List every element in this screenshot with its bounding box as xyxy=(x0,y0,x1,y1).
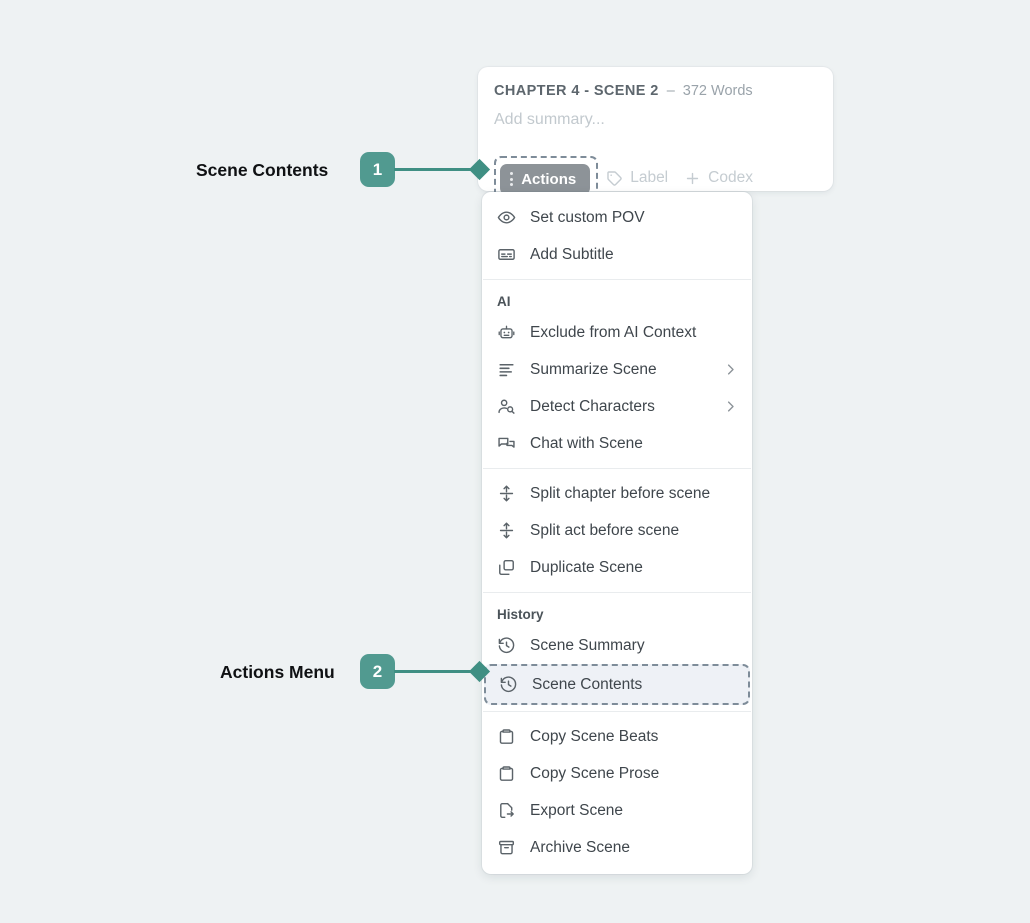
menu-item-label: Export Scene xyxy=(530,802,738,820)
menu-divider xyxy=(483,711,751,712)
menu-divider xyxy=(483,592,751,593)
split-vertical-icon xyxy=(497,484,516,503)
menu-item-label: Archive Scene xyxy=(530,839,738,857)
annotation-label-1: Scene Contents xyxy=(196,160,328,181)
menu-item-detect-characters[interactable]: Detect Characters xyxy=(482,388,752,425)
label-button[interactable]: Label xyxy=(598,163,676,193)
scene-card-header: CHAPTER 4 - SCENE 2 – 372 Words xyxy=(494,83,753,99)
word-count: 372 Words xyxy=(683,83,753,99)
menu-item-label: Chat with Scene xyxy=(530,435,738,453)
menu-item-summarize-scene[interactable]: Summarize Scene xyxy=(482,351,752,388)
robot-icon xyxy=(497,323,516,342)
menu-item-archive-scene[interactable]: Archive Scene xyxy=(482,829,752,866)
menu-divider xyxy=(483,468,751,469)
page-title: CHAPTER 4 - SCENE 2 xyxy=(494,83,659,99)
chevron-right-icon xyxy=(723,362,738,377)
menu-item-copy-scene-beats[interactable]: Copy Scene Beats xyxy=(482,718,752,755)
menu-item-label: Scene Summary xyxy=(530,637,738,655)
title-separator: – xyxy=(667,83,675,99)
eye-icon xyxy=(497,208,516,227)
label-button-label: Label xyxy=(630,169,668,187)
tag-icon xyxy=(606,170,623,187)
menu-item-exclude-from-ai-context[interactable]: Exclude from AI Context xyxy=(482,314,752,351)
vertical-dots-icon xyxy=(510,172,513,187)
menu-item-label: Set custom POV xyxy=(530,209,738,227)
menu-item-split-act-before-scene[interactable]: Split act before scene xyxy=(482,512,752,549)
actions-button-label: Actions xyxy=(521,171,576,188)
menu-item-chat-with-scene[interactable]: Chat with Scene xyxy=(482,425,752,462)
annotation-badge-1: 1 xyxy=(360,152,395,187)
menu-group-header-ai: AI xyxy=(482,286,752,314)
menu-item-label: Copy Scene Prose xyxy=(530,765,738,783)
scene-card: CHAPTER 4 - SCENE 2 – 372 Words Add summ… xyxy=(478,67,833,191)
menu-item-label: Duplicate Scene xyxy=(530,559,738,577)
menu-item-label: Scene Contents xyxy=(532,676,734,694)
menu-item-split-chapter-before-scene[interactable]: Split chapter before scene xyxy=(482,475,752,512)
menu-item-copy-scene-prose[interactable]: Copy Scene Prose xyxy=(482,755,752,792)
codex-button-label: Codex xyxy=(708,169,753,187)
menu-group-header-history: History xyxy=(482,599,752,627)
actions-dropdown-menu: Set custom POV Add Subtitle AI xyxy=(482,192,752,874)
clipboard-icon xyxy=(497,727,516,746)
clipboard-icon xyxy=(497,764,516,783)
user-search-icon xyxy=(497,397,516,416)
menu-divider xyxy=(483,279,751,280)
screenshot-stage: CHAPTER 4 - SCENE 2 – 372 Words Add summ… xyxy=(0,0,1030,923)
menu-item-duplicate-scene[interactable]: Duplicate Scene xyxy=(482,549,752,586)
duplicate-icon xyxy=(497,558,516,577)
menu-item-label: Split act before scene xyxy=(530,522,738,540)
history-clock-icon xyxy=(499,675,518,694)
annotation-badge-2: 2 xyxy=(360,654,395,689)
menu-item-label: Add Subtitle xyxy=(530,246,738,264)
annotation-label-2: Actions Menu xyxy=(220,662,335,683)
codex-button[interactable]: Codex xyxy=(676,163,761,193)
export-file-icon xyxy=(497,801,516,820)
text-lines-icon xyxy=(497,360,516,379)
menu-item-set-custom-pov[interactable]: Set custom POV xyxy=(482,199,752,236)
menu-item-label: Exclude from AI Context xyxy=(530,324,738,342)
menu-item-label: Split chapter before scene xyxy=(530,485,738,503)
chat-bubbles-icon xyxy=(497,434,516,453)
menu-item-scene-summary[interactable]: Scene Summary xyxy=(482,627,752,664)
summary-placeholder[interactable]: Add summary... xyxy=(494,111,605,129)
menu-item-scene-contents[interactable]: Scene Contents xyxy=(484,664,750,705)
split-vertical-icon xyxy=(497,521,516,540)
menu-item-label: Copy Scene Beats xyxy=(530,728,738,746)
menu-item-export-scene[interactable]: Export Scene xyxy=(482,792,752,829)
actions-button[interactable]: Actions xyxy=(500,164,590,195)
menu-item-label: Detect Characters xyxy=(530,398,709,416)
plus-icon xyxy=(684,170,701,187)
chevron-right-icon xyxy=(723,399,738,414)
menu-item-label: Summarize Scene xyxy=(530,361,709,379)
menu-item-add-subtitle[interactable]: Add Subtitle xyxy=(482,236,752,273)
subtitle-icon xyxy=(497,245,516,264)
history-clock-icon xyxy=(497,636,516,655)
archive-box-icon xyxy=(497,838,516,857)
